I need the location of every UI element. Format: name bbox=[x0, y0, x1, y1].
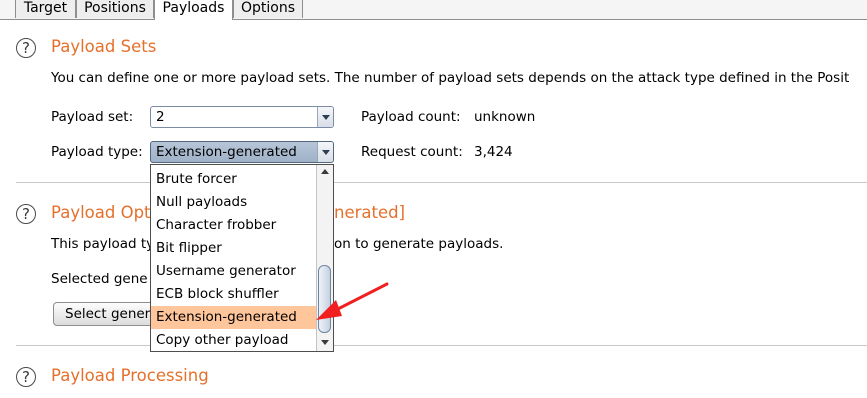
arrow-head bbox=[316, 300, 342, 320]
annotation-arrow bbox=[316, 282, 389, 320]
